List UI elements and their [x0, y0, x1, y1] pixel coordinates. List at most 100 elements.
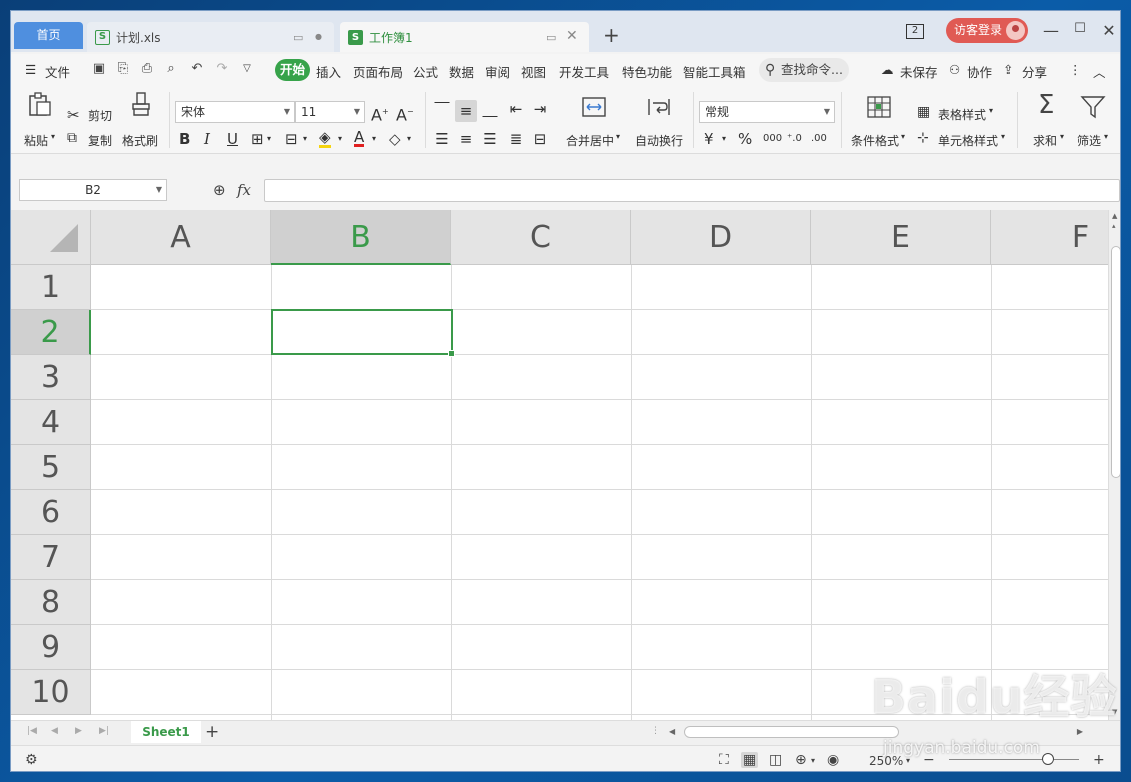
cell-style-button[interactable]: 单元格样式	[938, 132, 998, 149]
monitor-icon[interactable]: ▭	[293, 31, 303, 44]
formula-input[interactable]	[264, 179, 1120, 202]
italic-icon[interactable]: I	[204, 130, 210, 148]
print-preview-icon[interactable]: ⌕	[163, 61, 179, 77]
chevron-down-icon[interactable]: ▾	[1104, 132, 1108, 141]
merge-center-icon[interactable]	[581, 94, 607, 120]
reading-layout-icon[interactable]: ⊕	[795, 752, 807, 768]
row-header-3[interactable]: 3	[11, 355, 91, 400]
format-painter-icon[interactable]	[128, 91, 154, 117]
menu-formula[interactable]: 公式	[413, 62, 438, 81]
next-sheet-icon[interactable]: ▶	[75, 726, 82, 736]
border-icon[interactable]: ⊞	[251, 130, 264, 148]
column-header-c[interactable]: C	[451, 210, 631, 265]
wrap-text-icon[interactable]	[646, 94, 672, 120]
close-window-icon[interactable]: ✕	[1099, 21, 1119, 40]
row-header-8[interactable]: 8	[11, 580, 91, 625]
scroll-right-icon[interactable]: ▶	[1077, 727, 1083, 736]
menu-start[interactable]: 开始	[275, 59, 310, 81]
column-header-b[interactable]: B	[271, 210, 451, 265]
font-name-select[interactable]: 宋体 ▼	[175, 101, 295, 123]
chevron-down-icon[interactable]: ▾	[811, 756, 815, 765]
chevron-down-icon[interactable]: ▾	[989, 106, 993, 115]
share-button[interactable]: 分享	[1022, 62, 1047, 81]
hamburger-icon[interactable]: ☰	[25, 62, 36, 77]
row-header-7[interactable]: 7	[11, 535, 91, 580]
row-header-9[interactable]: 9	[11, 625, 91, 670]
tab-home[interactable]: 首页	[14, 22, 83, 49]
chevron-down-icon[interactable]: ▾	[372, 130, 376, 148]
column-header-a[interactable]: A	[91, 210, 271, 265]
filter-button[interactable]: 筛选	[1077, 132, 1101, 149]
vertical-scroll-thumb[interactable]	[1111, 246, 1120, 478]
vertical-scrollbar[interactable]: ▲ ▴ ▼	[1108, 210, 1120, 720]
menu-view[interactable]: 视图	[521, 62, 546, 81]
fullscreen-icon[interactable]: ⛶	[719, 752, 729, 768]
sheet-tab-sheet1[interactable]: Sheet1	[131, 721, 201, 743]
chevron-down-icon[interactable]: ▾	[901, 132, 905, 141]
collapse-ribbon-icon[interactable]: ︿	[1093, 62, 1106, 81]
dot-icon[interactable]: ●	[315, 31, 322, 42]
chevron-down-icon[interactable]: ▾	[303, 130, 307, 148]
window-count-badge[interactable]: 2	[906, 24, 924, 39]
paste-icon[interactable]	[27, 91, 53, 117]
underline-icon[interactable]: U	[227, 130, 238, 148]
chevron-down-icon[interactable]: ▾	[722, 130, 726, 148]
format-painter-button[interactable]: 格式刷	[122, 132, 158, 149]
distributed-icon[interactable]: ⊟	[529, 130, 551, 148]
menu-page-layout[interactable]: 页面布局	[353, 62, 403, 81]
maximize-icon[interactable]: ☐	[1070, 21, 1090, 36]
justify-icon[interactable]: ≣	[505, 130, 527, 148]
tab-document-plan[interactable]: S 计划.xls ▭ ●	[87, 22, 334, 52]
thousands-separator-icon[interactable]: 000	[763, 130, 782, 148]
table-style-button[interactable]: 表格样式	[938, 106, 986, 123]
zoom-formula-icon[interactable]: ⊕	[213, 181, 226, 199]
active-cell-b2[interactable]	[271, 309, 455, 357]
row-header-6[interactable]: 6	[11, 490, 91, 535]
column-header-d[interactable]: D	[631, 210, 811, 265]
percent-icon[interactable]: %	[738, 130, 752, 148]
undo-icon[interactable]: ↶	[189, 61, 205, 77]
column-header-e[interactable]: E	[811, 210, 991, 265]
scroll-up-icon[interactable]: ▴	[1112, 222, 1116, 230]
new-tab-button[interactable]: +	[603, 25, 620, 45]
split-handle-icon[interactable]: ⋮	[651, 726, 660, 736]
row-header-4[interactable]: 4	[11, 400, 91, 445]
chevron-down-icon[interactable]: ▾	[616, 132, 620, 141]
more-icon[interactable]: ⋮	[1069, 62, 1082, 77]
wrap-text-button[interactable]: 自动换行	[635, 132, 683, 149]
chevron-down-icon[interactable]: ▾	[1060, 132, 1064, 141]
menu-data[interactable]: 数据	[449, 62, 474, 81]
increase-decimal-icon[interactable]: ⁺.0	[787, 130, 802, 148]
increase-font-icon[interactable]: A+	[371, 103, 389, 124]
save-icon[interactable]: ▣	[91, 61, 107, 77]
row-header-10[interactable]: 10	[11, 670, 91, 715]
paste-dropdown-icon[interactable]: ▾	[51, 132, 55, 141]
font-size-select[interactable]: 11 ▼	[295, 101, 365, 123]
menu-insert[interactable]: 插入	[316, 62, 341, 81]
cut-button[interactable]: 剪切	[88, 107, 112, 124]
unsaved-status[interactable]: 未保存	[900, 62, 938, 81]
menu-developer[interactable]: 开发工具	[559, 62, 609, 81]
clear-format-icon[interactable]: ◇	[389, 130, 401, 148]
decrease-decimal-icon[interactable]: .00	[811, 130, 827, 148]
align-middle-icon[interactable]: ≡	[455, 100, 477, 122]
copy-button[interactable]: 复制	[88, 132, 112, 149]
conditional-format-icon[interactable]	[866, 94, 892, 120]
row-header-5[interactable]: 5	[11, 445, 91, 490]
first-sheet-icon[interactable]: |◀	[27, 726, 37, 736]
redo-icon[interactable]: ↷	[214, 61, 230, 77]
command-search[interactable]: ⚲ 查找命令...	[759, 58, 849, 82]
align-right-icon[interactable]: ☰	[479, 130, 501, 148]
menu-special[interactable]: 特色功能	[622, 62, 672, 81]
decrease-indent-icon[interactable]: ⇤	[505, 100, 527, 118]
macro-icon[interactable]: ⚙	[25, 752, 38, 768]
zoom-slider-knob[interactable]	[1042, 753, 1054, 765]
conditional-format-button[interactable]: 条件格式	[851, 132, 899, 149]
customize-dropdown-icon[interactable]: ▽	[239, 61, 255, 77]
align-left-icon[interactable]: ☰	[431, 130, 453, 148]
align-bottom-icon[interactable]: ⎽	[479, 100, 501, 118]
collab-button[interactable]: 协作	[967, 62, 992, 81]
number-format-select[interactable]: 常规 ▼	[699, 101, 835, 123]
name-box[interactable]: B2 ▼	[19, 179, 167, 201]
chevron-down-icon[interactable]: ▾	[1001, 132, 1005, 141]
